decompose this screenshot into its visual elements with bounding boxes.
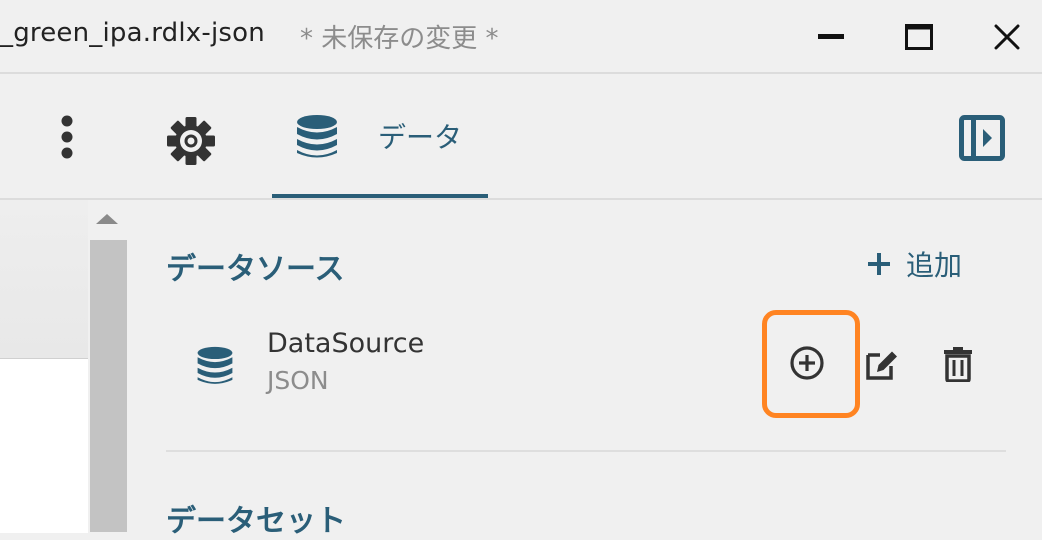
database-icon [197, 346, 233, 384]
more-options-button[interactable] [48, 110, 86, 164]
settings-tab[interactable] [160, 110, 222, 172]
add-datasource-button[interactable]: 追加 [866, 240, 962, 288]
add-dataset-button[interactable] [784, 340, 830, 386]
datasource-section-title: データソース [166, 252, 345, 287]
close-button[interactable] [980, 10, 1034, 64]
add-circle-icon [790, 346, 824, 380]
datasource-name: DataSource [267, 328, 425, 359]
datasource-type: JSON [267, 366, 329, 395]
unsaved-changes-indicator: * 未保存の変更 * [300, 24, 499, 54]
edit-icon [866, 351, 897, 380]
tab-data[interactable]: データ [272, 74, 488, 198]
design-canvas[interactable] [0, 358, 88, 533]
tab-data-label: データ [378, 121, 463, 154]
minimize-icon [818, 34, 844, 39]
scroll-up-arrow-icon[interactable] [94, 212, 120, 226]
close-icon [994, 24, 1020, 50]
title-bar: _green_ipa.rdlx-json * 未保存の変更 * [0, 0, 1042, 74]
delete-datasource-button[interactable] [936, 342, 980, 386]
design-area-header [0, 200, 88, 358]
database-icon [297, 115, 337, 158]
plus-icon [868, 253, 890, 275]
gear-icon [167, 117, 215, 165]
panel-toggle-icon [959, 115, 1005, 161]
more-vertical-icon [61, 115, 73, 159]
active-tab-indicator [272, 194, 488, 198]
trash-icon [944, 347, 972, 382]
section-divider [166, 450, 1006, 452]
add-datasource-label: 追加 [906, 249, 963, 282]
maximize-icon [905, 24, 933, 50]
toggle-panel-button[interactable] [956, 112, 1008, 164]
minimize-button[interactable] [804, 10, 858, 64]
edit-datasource-button[interactable] [860, 342, 904, 386]
dataset-section-title: データセット [166, 504, 346, 539]
maximize-button[interactable] [892, 10, 946, 64]
window-title: _green_ipa.rdlx-json [0, 18, 265, 48]
scrollbar-thumb[interactable] [90, 240, 127, 532]
toolbar: データ [0, 74, 1042, 200]
